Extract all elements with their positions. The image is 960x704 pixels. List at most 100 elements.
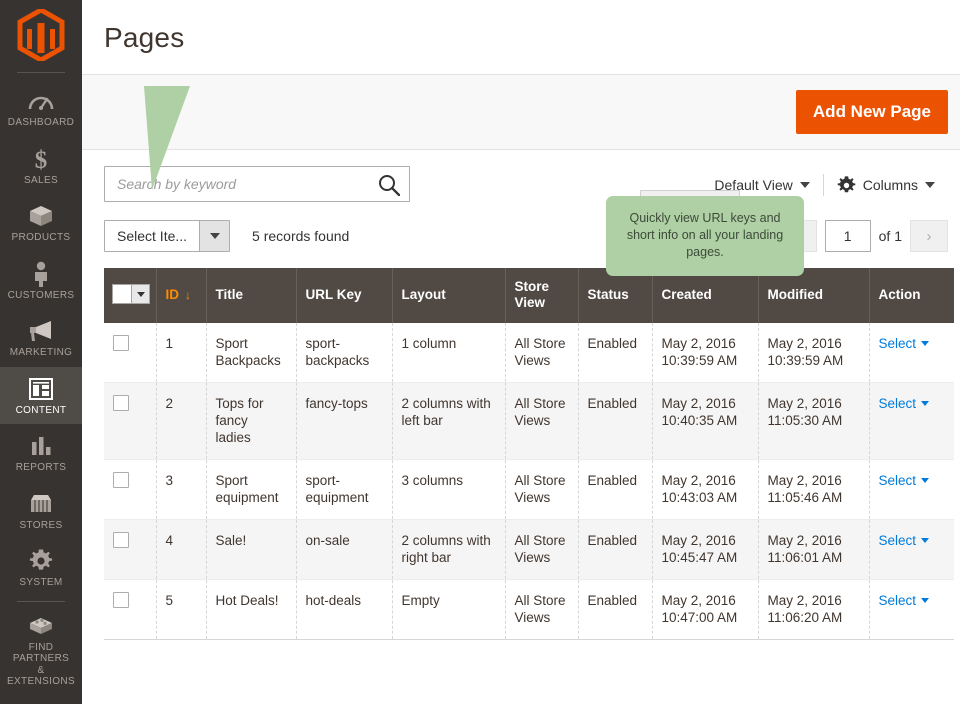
cell-title: Hot Deals! (206, 579, 297, 640)
cell-id: 5 (156, 579, 207, 640)
admin-page: DASHBOARD $ SALES PRODUCTS CUSTOMERS MAR… (0, 0, 960, 704)
cell-layout: Empty (392, 579, 506, 640)
column-header-status[interactable]: Status (578, 268, 653, 323)
column-header-url-key[interactable]: URL Key (296, 268, 393, 323)
cell-store-view: All Store Views (505, 519, 579, 580)
gear-icon (29, 548, 53, 574)
sidebar-item-sales[interactable]: $ SALES (0, 137, 82, 195)
sidebar-item-label: STORES (19, 519, 63, 531)
search-icon[interactable] (378, 174, 401, 201)
cell-id: 1 (156, 323, 207, 383)
row-checkbox[interactable] (113, 395, 129, 411)
cell-layout: 2 columns with right bar (392, 519, 506, 580)
sidebar-item-dashboard[interactable]: DASHBOARD (0, 79, 82, 137)
cell-created: May 2, 2016 10:47:00 AM (652, 579, 759, 640)
table-row[interactable]: 5 Hot Deals! hot-deals Empty All Store Views… (104, 579, 954, 640)
column-header-created[interactable]: Created (652, 268, 759, 323)
row-checkbox[interactable] (113, 532, 129, 548)
sidebar-item-system[interactable]: SYSTEM (0, 539, 82, 597)
page-title: Pages (104, 22, 185, 53)
table-row[interactable]: 3 Sport equipment sport-equipment 3 columns… (104, 459, 954, 520)
cell-status: Enabled (578, 579, 653, 640)
cell-url-key: fancy-tops (296, 382, 393, 460)
page-actions-bar: Add New Page (82, 74, 960, 150)
sidebar-item-products[interactable]: PRODUCTS (0, 194, 82, 252)
select-all-header (104, 268, 157, 323)
sidebar-item-label: CUSTOMERS (7, 289, 75, 301)
next-page-button[interactable]: › (910, 220, 948, 252)
megaphone-icon (28, 318, 54, 344)
row-select-cell (104, 459, 157, 520)
column-header-modified[interactable]: Modified (758, 268, 870, 323)
cell-title: Sale! (206, 519, 297, 580)
select-all-checkbox[interactable] (113, 285, 131, 303)
table-row[interactable]: 1 Sport Backpacks sport-backpacks 1 column A… (104, 323, 954, 383)
cell-title: Tops for fancy ladies (206, 382, 297, 460)
person-icon (32, 261, 50, 287)
add-new-page-button[interactable]: Add New Page (795, 90, 948, 134)
cell-store-view: All Store Views (505, 323, 579, 383)
columns-dropdown[interactable]: Columns (824, 175, 948, 195)
cell-url-key: sport-backpacks (296, 323, 393, 383)
select-items-dropdown[interactable]: Select Ite... (104, 220, 231, 252)
table-head: ID ↓ Title URL Key Layout Store View Stat… (104, 268, 954, 323)
column-header-store-view[interactable]: Store View (505, 268, 579, 323)
grid-toolbar: Default View Columns (82, 150, 960, 252)
cell-action: Select (869, 323, 954, 383)
magento-logo[interactable] (17, 0, 65, 72)
cell-url-key: sport-equipment (296, 459, 393, 520)
sidebar-item-label: PRODUCTS (11, 232, 71, 243)
puzzle-brick-icon (28, 613, 54, 639)
column-header-title[interactable]: Title (206, 268, 297, 323)
column-label: ID (165, 287, 180, 302)
cell-id: 3 (156, 459, 207, 520)
page-number-input[interactable] (824, 220, 871, 252)
cell-status: Enabled (578, 459, 653, 520)
sidebar-item-stores[interactable]: STORES (0, 482, 82, 540)
row-select-action[interactable]: Select (879, 593, 917, 608)
cell-url-key: on-sale (296, 519, 393, 580)
sidebar-item-customers[interactable]: CUSTOMERS (0, 252, 82, 310)
pagination: ‹ of 1 › (778, 220, 948, 252)
row-select-action[interactable]: Select (879, 336, 917, 351)
sidebar-item-find-partners[interactable]: FIND PARTNERS & EXTENSIONS (0, 604, 82, 696)
page-header: Pages (82, 0, 960, 74)
row-checkbox[interactable] (113, 335, 129, 351)
table-header-row: ID ↓ Title URL Key Layout Store View Stat… (104, 268, 954, 323)
table-row[interactable]: 4 Sale! on-sale 2 columns with right bar All… (104, 519, 954, 580)
row-select-cell (104, 519, 157, 580)
table-row[interactable]: 2 Tops for fancy ladies fancy-tops 2 column… (104, 382, 954, 460)
sidebar-item-content[interactable]: CONTENT (0, 366, 82, 424)
chevron-down-icon (921, 598, 930, 603)
sidebar-item-marketing[interactable]: MARKETING (0, 309, 82, 367)
chevron-down-icon (921, 341, 930, 346)
sidebar-divider-top (17, 72, 65, 73)
row-select-action[interactable]: Select (879, 533, 917, 548)
row-select-action[interactable]: Select (879, 396, 917, 411)
row-select-cell (104, 382, 157, 460)
main-sidebar: DASHBOARD $ SALES PRODUCTS CUSTOMERS MAR… (0, 0, 82, 704)
sort-desc-icon: ↓ (185, 288, 191, 302)
main-content: Pages Add New Page Default View (82, 0, 960, 704)
chevron-down-icon[interactable] (131, 285, 149, 303)
select-all-dropdown[interactable] (112, 284, 150, 304)
sidebar-item-label: MARKETING (9, 347, 73, 358)
total-pages-label: of 1 (878, 228, 902, 244)
layout-icon (28, 376, 54, 402)
row-select-action[interactable]: Select (879, 473, 917, 488)
cell-modified: May 2, 2016 11:05:46 AM (758, 459, 870, 520)
cell-id: 4 (156, 519, 207, 580)
column-header-id[interactable]: ID ↓ (156, 268, 207, 323)
column-header-layout[interactable]: Layout (392, 268, 506, 323)
cell-modified: May 2, 2016 11:05:30 AM (758, 382, 870, 460)
chevron-down-icon (921, 401, 930, 406)
bar-chart-icon (29, 433, 53, 459)
row-select-cell (104, 323, 157, 383)
sidebar-divider-bottom (17, 600, 65, 602)
row-checkbox[interactable] (113, 472, 129, 488)
columns-label: Columns (862, 177, 918, 193)
row-checkbox[interactable] (113, 592, 129, 608)
sidebar-item-reports[interactable]: REPORTS (0, 424, 82, 482)
gear-icon (837, 175, 856, 195)
sidebar-item-label: DASHBOARD (7, 117, 75, 128)
